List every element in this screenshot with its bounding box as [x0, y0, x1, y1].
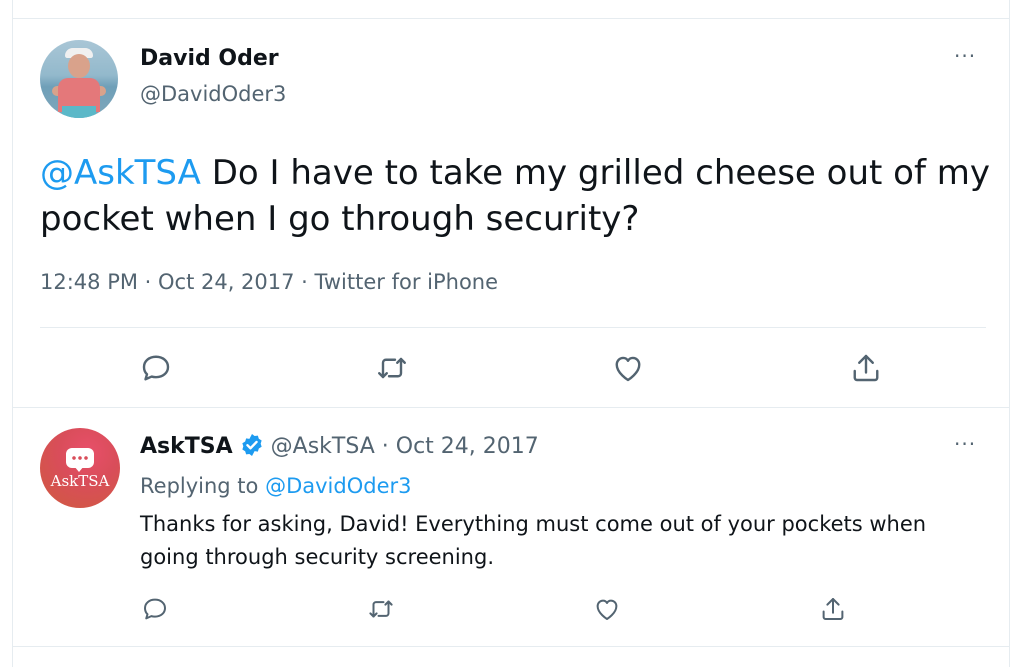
- tweet-actions: [0, 350, 1024, 386]
- divider: [12, 18, 1010, 19]
- retweet-icon[interactable]: [374, 350, 410, 386]
- retweet-icon[interactable]: [366, 594, 396, 624]
- reply-icon[interactable]: [138, 350, 174, 386]
- divider: [12, 646, 1010, 647]
- share-icon[interactable]: [848, 350, 884, 386]
- replying-to: Replying to @DavidOder3: [140, 474, 411, 498]
- avatar-asktsa[interactable]: AskTSA: [40, 428, 120, 508]
- avatar-label: AskTSA: [50, 472, 110, 490]
- divider: [40, 327, 986, 328]
- share-icon[interactable]: [818, 594, 848, 624]
- reply-text: Thanks for asking, David! Everything mus…: [140, 512, 927, 569]
- reply-actions: [0, 594, 1024, 624]
- author-name[interactable]: David Oder: [140, 46, 279, 71]
- verified-badge-icon: [239, 432, 265, 458]
- avatar-david-oder[interactable]: [40, 40, 118, 118]
- like-icon[interactable]: [592, 594, 622, 624]
- reply-date[interactable]: Oct 24, 2017: [396, 434, 539, 459]
- like-icon[interactable]: [610, 350, 646, 386]
- separator: ·: [374, 434, 396, 459]
- reply-icon[interactable]: [140, 594, 170, 624]
- replying-prefix: Replying to: [140, 474, 266, 498]
- tweet-meta[interactable]: 12:48 PM · Oct 24, 2017 · Twitter for iP…: [40, 270, 498, 294]
- reply-author-handle[interactable]: @AskTSA: [271, 434, 375, 459]
- tweet-text: @AskTSA Do I have to take my grilled che…: [40, 150, 1000, 242]
- reply-author-name[interactable]: AskTSA: [140, 434, 233, 459]
- divider: [12, 407, 1010, 408]
- reply-header: AskTSA @AskTSA · Oct 24, 2017: [140, 432, 539, 459]
- replying-to-link[interactable]: @DavidOder3: [265, 474, 411, 498]
- mention-link[interactable]: @AskTSA: [40, 153, 201, 193]
- author-handle[interactable]: @DavidOder3: [140, 82, 286, 106]
- more-icon[interactable]: ···: [954, 432, 976, 456]
- more-icon[interactable]: ···: [954, 44, 976, 68]
